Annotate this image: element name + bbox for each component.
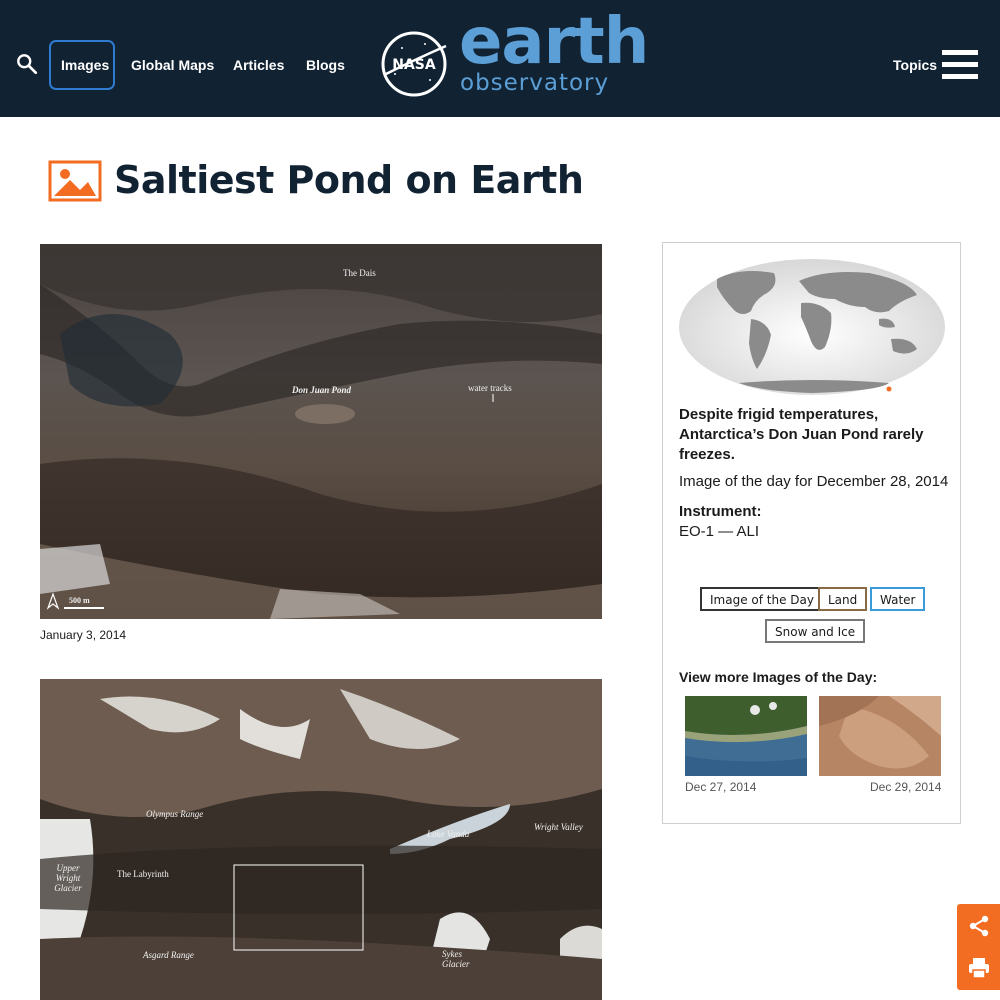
nav-link-images[interactable]: Images xyxy=(61,57,109,73)
map-label-don-juan-pond: Don Juan Pond xyxy=(292,385,352,395)
tag-image-of-the-day[interactable]: Image of the Day xyxy=(700,587,824,611)
page-title: Saltiest Pond on Earth xyxy=(114,158,584,202)
logo-observatory-text[interactable]: observatory xyxy=(460,70,609,96)
map-label-wright-valley: Wright Valley xyxy=(534,822,583,832)
thumbnail-date-dec-29: Dec 29, 2014 xyxy=(870,780,942,794)
map-label-the-labyrinth: The Labyrinth xyxy=(117,869,169,879)
info-sidebar: Despite frigid temperatures, Antarctica’… xyxy=(662,242,961,824)
terrain-image-2 xyxy=(40,679,602,1000)
map-label-the-dais: The Dais xyxy=(343,268,376,278)
map-label-water-tracks: water tracks xyxy=(468,383,512,393)
tag-snow-and-ice[interactable]: Snow and Ice xyxy=(765,619,866,643)
instrument-value[interactable]: EO-1 — ALI xyxy=(679,523,759,540)
thumbnail-dec-27[interactable] xyxy=(685,696,807,776)
thumbnail-date-dec-27: Dec 27, 2014 xyxy=(685,780,757,794)
tag-water[interactable]: Water xyxy=(870,587,926,611)
north-arrow-icon xyxy=(46,592,60,610)
map-label-sykes-glacier: Sykes Glacier xyxy=(442,949,470,969)
satellite-image-don-juan-pond[interactable]: The Dais Don Juan Pond water tracks 500 … xyxy=(40,244,602,619)
nasa-logo[interactable]: NASA xyxy=(380,30,448,98)
tag-land[interactable]: Land xyxy=(818,587,868,611)
logo-earth-text[interactable]: earth xyxy=(459,10,649,74)
nav-link-blogs[interactable]: Blogs xyxy=(306,57,345,73)
more-images-heading: View more Images of the Day: xyxy=(679,669,878,685)
instrument-heading: Instrument: xyxy=(679,503,762,520)
topics-link[interactable]: Topics xyxy=(893,57,937,73)
nav-link-articles[interactable]: Articles xyxy=(233,57,284,73)
thumbnail-dec-29[interactable] xyxy=(819,696,941,776)
image-caption-date: January 3, 2014 xyxy=(40,628,127,642)
image-of-day-date: Image of the day for December 28, 2014 xyxy=(679,473,949,490)
menu-icon[interactable] xyxy=(942,50,978,80)
map-label-olympus-range: Olympus Range xyxy=(146,809,204,819)
map-label-asgard-range: Asgard Range xyxy=(143,950,194,960)
map-label-upper-wright-glacier: Upper Wright Glacier xyxy=(54,863,82,893)
svg-text:NASA: NASA xyxy=(392,57,436,73)
print-icon[interactable] xyxy=(967,956,991,980)
search-icon[interactable] xyxy=(16,53,38,75)
share-icon[interactable] xyxy=(967,914,991,938)
nav-link-global-maps[interactable]: Global Maps xyxy=(131,57,214,73)
scale-bar-label: 500 m xyxy=(69,596,90,605)
map-label-lake-vanda: Lake Vanda xyxy=(427,829,470,839)
image-icon xyxy=(48,160,102,202)
satellite-image-dry-valleys[interactable]: Olympus Range Lake Vanda Wright Valley U… xyxy=(40,679,602,1000)
top-navigation: Images Global Maps Articles Blogs NASA e… xyxy=(0,0,1000,117)
share-print-toolbar xyxy=(957,904,1000,990)
scale-bar xyxy=(64,607,104,609)
terrain-image-1 xyxy=(40,244,602,619)
world-locator-map xyxy=(679,259,945,395)
image-description: Despite frigid temperatures, Antarctica’… xyxy=(679,406,924,463)
